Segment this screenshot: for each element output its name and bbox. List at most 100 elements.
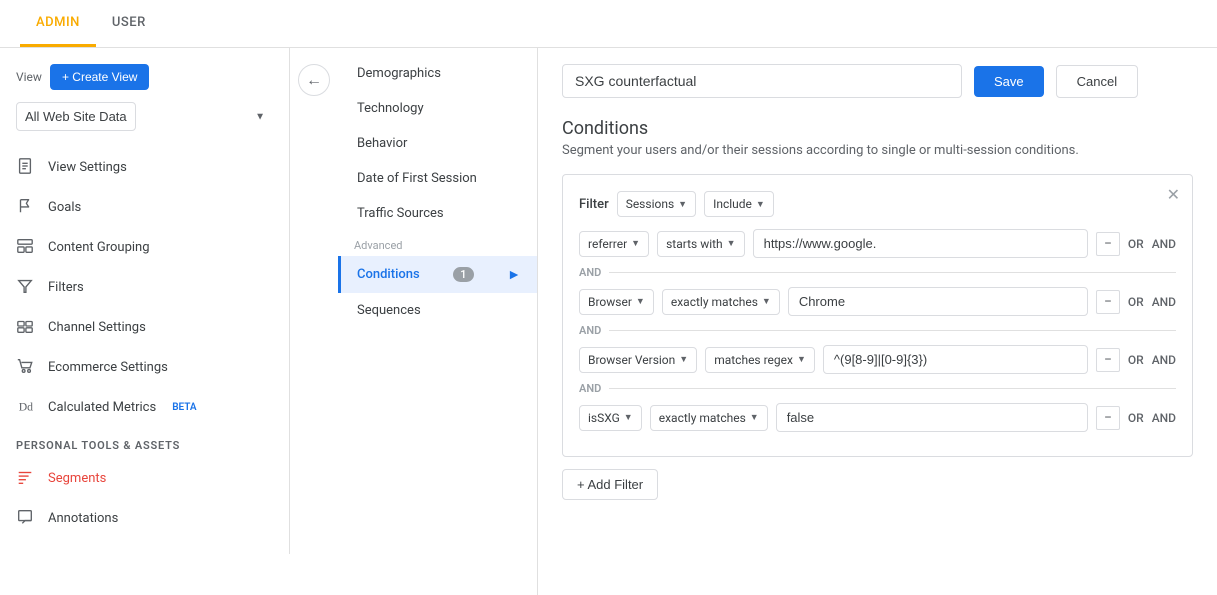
main-content: Save Cancel Conditions Segment your user… [538, 48, 1217, 595]
sidebar-item-label: Ecommerce Settings [48, 360, 168, 375]
filter-minus-button-4[interactable]: − [1096, 406, 1120, 430]
filter-name-row: Save Cancel [562, 64, 1193, 98]
cancel-button[interactable]: Cancel [1056, 65, 1138, 98]
segment-menu-sequences[interactable]: Sequences [338, 293, 537, 328]
dimension-4-arrow: ▼ [624, 412, 633, 423]
personal-tools-header: PERSONAL TOOLS & ASSETS [0, 427, 289, 458]
filter-or-label-3: OR [1128, 353, 1144, 367]
channel-icon [16, 317, 36, 337]
sidebar: View + Create View All Web Site Data Vie… [0, 48, 290, 554]
filter-value-input-4[interactable] [776, 403, 1088, 432]
sidebar-item-label: Calculated Metrics [48, 400, 156, 415]
left-panel: View + Create View All Web Site Data Vie… [0, 48, 338, 595]
view-select-wrapper: All Web Site Data [16, 102, 273, 131]
segment-menu-demographics[interactable]: Demographics [338, 56, 537, 91]
filter-row-4: isSXG ▼ exactly matches ▼ − OR AND [579, 403, 1176, 432]
sidebar-item-filters[interactable]: Filters [0, 267, 289, 307]
segment-menu-date-of-first-session[interactable]: Date of First Session [338, 161, 537, 196]
sidebar-item-label: Channel Settings [48, 320, 146, 335]
add-filter-button[interactable]: + Add Filter [562, 469, 658, 500]
sidebar-item-goals[interactable]: Goals [0, 187, 289, 227]
filter-and-label-3[interactable]: AND [1152, 353, 1176, 367]
filter-box: Filter Sessions ▼ Include ▼ ✕ referrer ▼ [562, 174, 1193, 457]
sidebar-view-row: View + Create View [0, 64, 289, 102]
dimension-2-arrow: ▼ [636, 296, 645, 307]
sessions-dropdown[interactable]: Sessions ▼ [617, 191, 696, 217]
dimension-dropdown-1[interactable]: referrer ▼ [579, 231, 649, 257]
filter-name-input[interactable] [562, 64, 962, 98]
segment-menu-conditions[interactable]: Conditions 1 ► [338, 256, 537, 293]
sidebar-item-label: Filters [48, 280, 84, 295]
doc-icon [16, 157, 36, 177]
dimension-dropdown-4[interactable]: isSXG ▼ [579, 405, 642, 431]
sidebar-item-annotations[interactable]: Annotations [0, 498, 289, 538]
view-select-row: All Web Site Data [0, 102, 289, 147]
filter-close-button[interactable]: ✕ [1167, 187, 1180, 203]
operator-dropdown-3[interactable]: matches regex ▼ [705, 347, 815, 373]
segment-menu-traffic-sources[interactable]: Traffic Sources [338, 196, 537, 231]
view-select[interactable]: All Web Site Data [16, 102, 136, 131]
sidebar-item-view-settings[interactable]: View Settings [0, 147, 289, 187]
filter-value-input-2[interactable] [788, 287, 1088, 316]
include-dropdown-arrow: ▼ [756, 199, 765, 210]
operator-3-arrow: ▼ [797, 354, 806, 365]
filter-icon [16, 277, 36, 297]
dimension-dropdown-2[interactable]: Browser ▼ [579, 289, 654, 315]
conditions-title: Conditions [562, 118, 1193, 139]
create-view-button[interactable]: + Create View [50, 64, 150, 90]
filter-or-label-1: OR [1128, 237, 1144, 251]
annotations-icon [16, 508, 36, 528]
nav-admin[interactable]: ADMIN [20, 1, 96, 47]
filter-minus-button-1[interactable]: − [1096, 232, 1120, 256]
active-arrow-icon: ► [507, 266, 521, 283]
segment-menu-behavior[interactable]: Behavior [338, 126, 537, 161]
dimension-1-arrow: ▼ [631, 238, 640, 249]
nav-user[interactable]: USER [96, 1, 162, 47]
segment-menu-technology[interactable]: Technology [338, 91, 537, 126]
dimension-dropdown-3[interactable]: Browser Version ▼ [579, 347, 697, 373]
back-button[interactable]: ← [298, 64, 330, 96]
sidebar-item-label: Goals [48, 200, 81, 215]
filter-and-label-1[interactable]: AND [1152, 237, 1176, 251]
and-separator-2: AND [579, 324, 1176, 337]
sidebar-item-calculated-metrics[interactable]: Dd Calculated Metrics BETA [0, 387, 289, 427]
segment-menu: Demographics Technology Behavior Date of… [338, 48, 538, 595]
conditions-description: Segment your users and/or their sessions… [562, 143, 1193, 158]
operator-2-arrow: ▼ [762, 296, 771, 307]
dimension-3-arrow: ▼ [679, 354, 688, 365]
and-separator-1: AND [579, 266, 1176, 279]
operator-1-arrow: ▼ [727, 238, 736, 249]
sidebar-item-label: View Settings [48, 160, 127, 175]
filter-or-label-2: OR [1128, 295, 1144, 309]
sidebar-item-content-grouping[interactable]: Content Grouping [0, 227, 289, 267]
flag-icon [16, 197, 36, 217]
back-btn-area: ← [290, 48, 338, 96]
filter-row-3: Browser Version ▼ matches regex ▼ − OR A… [579, 345, 1176, 374]
sidebar-item-ecommerce[interactable]: Ecommerce Settings [0, 347, 289, 387]
filter-value-input-3[interactable] [823, 345, 1088, 374]
filter-row-1: referrer ▼ starts with ▼ − OR AND [579, 229, 1176, 258]
top-nav: ADMIN USER [0, 0, 1217, 48]
content-icon [16, 237, 36, 257]
view-label: View [16, 70, 42, 84]
operator-dropdown-4[interactable]: exactly matches ▼ [650, 405, 768, 431]
and-separator-3: AND [579, 382, 1176, 395]
include-dropdown[interactable]: Include ▼ [704, 191, 774, 217]
save-button[interactable]: Save [974, 66, 1044, 97]
sidebar-item-label: Segments [48, 471, 106, 486]
filter-value-input-1[interactable] [753, 229, 1088, 258]
segments-icon [16, 468, 36, 488]
sidebar-item-segments[interactable]: Segments [0, 458, 289, 498]
operator-4-arrow: ▼ [750, 412, 759, 423]
filter-minus-button-3[interactable]: − [1096, 348, 1120, 372]
filter-and-label-4[interactable]: AND [1152, 411, 1176, 425]
sessions-dropdown-arrow: ▼ [678, 199, 687, 210]
filter-and-label-2[interactable]: AND [1152, 295, 1176, 309]
operator-dropdown-2[interactable]: exactly matches ▼ [662, 289, 780, 315]
sidebar-item-channel-settings[interactable]: Channel Settings [0, 307, 289, 347]
sidebar-item-label: Content Grouping [48, 240, 150, 255]
conditions-badge: 1 [453, 267, 473, 282]
calc-icon: Dd [16, 397, 36, 417]
filter-minus-button-2[interactable]: − [1096, 290, 1120, 314]
operator-dropdown-1[interactable]: starts with ▼ [657, 231, 745, 257]
